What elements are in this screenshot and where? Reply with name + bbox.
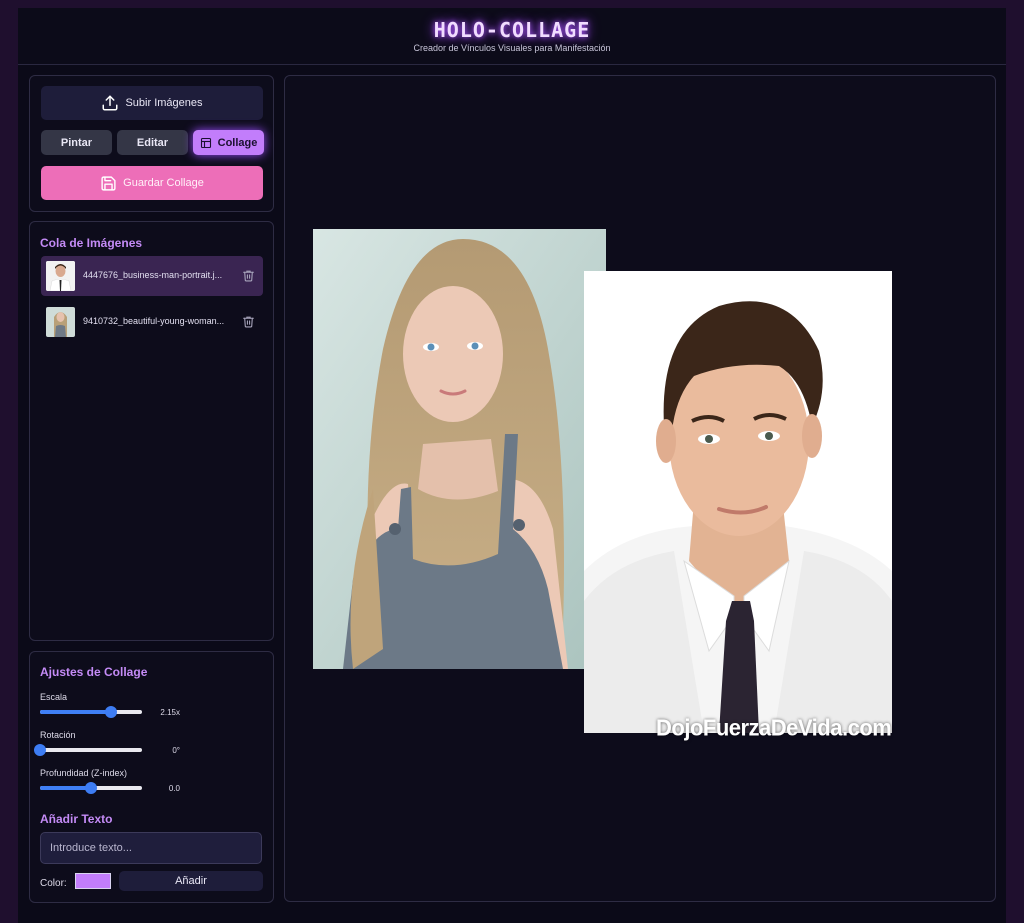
mode-tab-collage[interactable]: Collage bbox=[193, 130, 264, 155]
rotation-label: Rotación bbox=[40, 730, 76, 740]
depth-value: 0.0 bbox=[168, 784, 180, 793]
toolbar-panel: Subir Imágenes Pintar Editar Collage Gua… bbox=[29, 75, 274, 212]
add-text-title: Añadir Texto bbox=[40, 812, 113, 826]
upload-icon bbox=[102, 95, 118, 111]
thumbnail-woman bbox=[46, 307, 75, 337]
layout-icon bbox=[200, 137, 211, 148]
queue-title: Cola de Imágenes bbox=[40, 236, 143, 250]
scale-value: 2.15x bbox=[160, 708, 180, 717]
collage-canvas[interactable]: DojoFuerzaDeVida.com bbox=[284, 75, 996, 902]
app-subtitle: Creador de Vínculos Visuales para Manife… bbox=[413, 43, 611, 53]
app-header: HOLO-COLLAGE Creador de Vínculos Visuale… bbox=[18, 8, 1006, 65]
settings-title: Ajustes de Collage bbox=[40, 665, 148, 679]
queue-item[interactable]: 9410732_beautiful-young-woman... bbox=[41, 302, 263, 342]
mode-tab-editar[interactable]: Editar bbox=[117, 130, 188, 155]
queue-item-name: 4447676_business-man-portrait.j... bbox=[83, 270, 223, 280]
watermark-text: DojoFuerzaDeVida.com bbox=[656, 714, 892, 741]
slider-fill bbox=[40, 710, 112, 714]
collage-image-woman[interactable] bbox=[313, 229, 606, 669]
collage-image-man[interactable] bbox=[584, 271, 892, 733]
add-text-label: Añadir bbox=[175, 875, 207, 887]
depth-label: Profundidad (Z-index) bbox=[40, 768, 128, 778]
slider-thumb[interactable] bbox=[105, 706, 118, 718]
queue-item-name: 9410732_beautiful-young-woman... bbox=[83, 316, 225, 326]
save-collage-label: Guardar Collage bbox=[123, 177, 204, 189]
save-icon bbox=[101, 175, 116, 191]
color-picker[interactable] bbox=[75, 873, 111, 889]
color-label: Color: bbox=[40, 878, 67, 889]
scale-slider[interactable] bbox=[40, 706, 142, 718]
app-logo: HOLO-COLLAGE bbox=[433, 18, 591, 42]
thumbnail-man bbox=[46, 261, 75, 291]
slider-thumb[interactable] bbox=[34, 744, 46, 756]
text-input[interactable]: Introduce texto... bbox=[40, 832, 262, 864]
upload-images-label: Subir Imágenes bbox=[125, 97, 203, 109]
trash-icon[interactable] bbox=[242, 269, 255, 282]
add-text-button[interactable]: Añadir bbox=[119, 871, 263, 891]
trash-icon[interactable] bbox=[242, 315, 255, 328]
slider-thumb[interactable] bbox=[85, 782, 97, 794]
queue-item[interactable]: 4447676_business-man-portrait.j... bbox=[41, 256, 263, 296]
app-window: HOLO-COLLAGE Creador de Vínculos Visuale… bbox=[18, 8, 1006, 923]
mode-tab-pintar[interactable]: Pintar bbox=[41, 130, 112, 155]
save-collage-button[interactable]: Guardar Collage bbox=[41, 166, 263, 200]
upload-images-button[interactable]: Subir Imágenes bbox=[41, 86, 263, 120]
collage-settings-panel: Ajustes de Collage Escala 2.15x Rotación… bbox=[29, 651, 274, 903]
slider-fill bbox=[40, 786, 91, 790]
mode-tab-label: Editar bbox=[136, 136, 169, 149]
rotation-value: 0° bbox=[172, 746, 180, 755]
scale-label: Escala bbox=[40, 692, 68, 702]
depth-slider[interactable] bbox=[40, 782, 142, 794]
text-input-placeholder: Introduce texto... bbox=[50, 842, 132, 854]
mode-tab-label: Collage bbox=[217, 136, 258, 149]
image-queue-panel: Cola de Imágenes 4447676_business-man-po… bbox=[29, 221, 274, 641]
mode-tab-label: Pintar bbox=[60, 136, 93, 149]
rotation-slider[interactable] bbox=[34, 744, 142, 756]
